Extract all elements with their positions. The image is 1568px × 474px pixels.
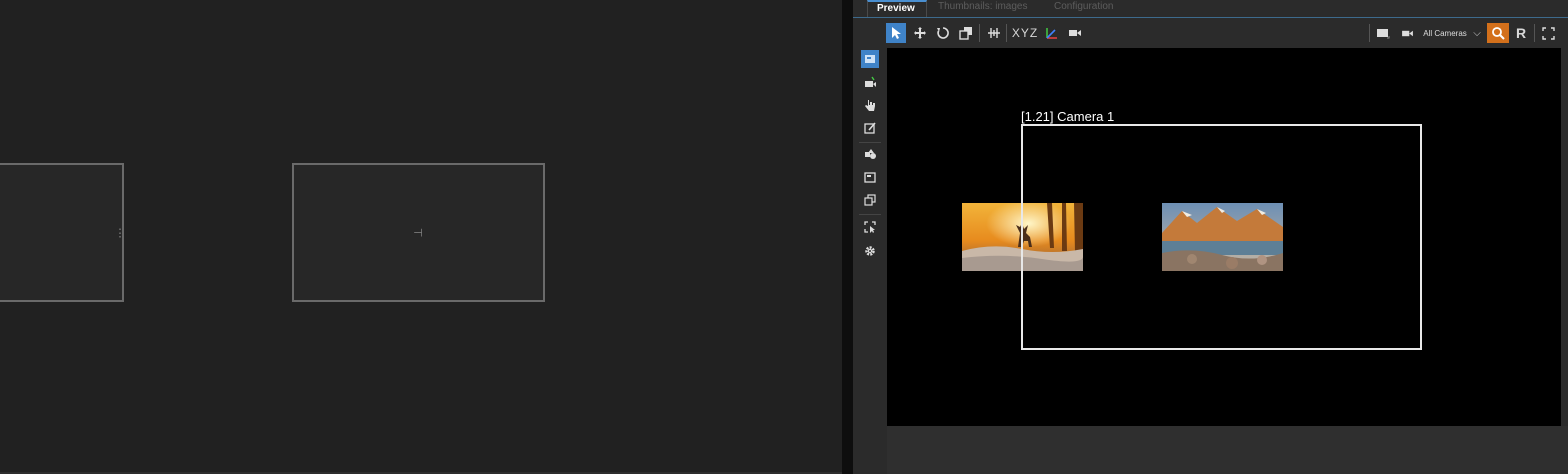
settings-button[interactable] (861, 242, 879, 260)
preview-mode-button[interactable] (861, 50, 879, 68)
r-button[interactable]: R (1513, 23, 1529, 43)
xyz-button[interactable]: XYZ (1009, 23, 1041, 43)
slots-pane: ⋮ ⊣ (0, 0, 842, 474)
video-camera-icon (1401, 30, 1413, 36)
search-icon (1492, 27, 1505, 40)
scale-tool-button[interactable] (956, 23, 976, 43)
sidebar-divider (859, 214, 881, 215)
axis-gizmo-button[interactable] (1043, 23, 1061, 43)
sidebar-divider (859, 142, 881, 143)
tab-configuration[interactable]: Configuration (1054, 0, 1134, 17)
search-toggle-button[interactable] (1487, 23, 1509, 43)
align-icon (988, 28, 1000, 38)
edit-icon (864, 122, 876, 134)
pane-splitter[interactable] (842, 0, 853, 474)
camera-settings-button[interactable] (861, 73, 879, 91)
preview-sidebar (853, 48, 887, 474)
move-icon (914, 27, 926, 39)
layers-stack-button[interactable] (861, 191, 879, 209)
preview-viewport[interactable]: [1.21] Camera 1 (887, 48, 1561, 426)
camera-view-button[interactable] (1065, 23, 1085, 43)
toolbar-divider (979, 24, 980, 42)
select-region-icon (864, 220, 876, 233)
toolbar-divider (1534, 24, 1535, 42)
monitor-icon (1377, 29, 1390, 39)
rotate-tool-button[interactable] (933, 23, 953, 43)
slot-icon: ⋮ (114, 227, 126, 239)
tab-thumbnails-images[interactable]: Thumbnails: images (938, 0, 1048, 17)
edit-tool-button[interactable] (861, 119, 879, 137)
fullscreen-button[interactable] (1539, 23, 1557, 43)
fullscreen-icon (1541, 26, 1555, 40)
viewport-bottom-area (887, 426, 1568, 474)
select-tool-button[interactable] (886, 23, 906, 43)
chevron-down-icon[interactable]: ⌵ (1471, 23, 1483, 43)
axis-icon (1046, 28, 1057, 39)
toolbar-divider (1369, 24, 1370, 42)
viewport-vertical-scrollbar[interactable] (1561, 48, 1568, 426)
screen-icon (865, 55, 875, 63)
gear-icon (865, 246, 875, 256)
video-camera-icon (1069, 30, 1081, 36)
camera-edit-icon (864, 76, 876, 87)
toolbar-divider (1006, 24, 1007, 42)
hand-tool-button[interactable] (861, 96, 879, 114)
rotate-icon (937, 27, 949, 39)
move-tool-button[interactable] (910, 23, 930, 43)
align-tool-button[interactable] (984, 23, 1004, 43)
layer-button[interactable] (861, 168, 879, 186)
hand-icon (865, 99, 875, 111)
camera-dropdown[interactable]: All Cameras (1419, 23, 1471, 43)
media-slot-1[interactable]: ⋮ (0, 163, 126, 302)
shapes-button[interactable] (861, 145, 879, 163)
tab-preview[interactable]: Preview (867, 0, 927, 17)
tab-bar: Preview Thumbnails: images Configuration (853, 0, 1568, 18)
preview-toolbar: XYZ All Cameras ⌵ R (853, 18, 1568, 48)
scale-icon (959, 27, 972, 40)
camera-select-icon-button[interactable] (1399, 23, 1415, 43)
preview-panel: Preview Thumbnails: images Configuration… (853, 0, 1568, 474)
media-slot-2[interactable]: ⊣ (292, 163, 545, 302)
cursor-icon (892, 27, 901, 39)
window-icon (864, 171, 876, 183)
stack-icon (864, 194, 876, 206)
display-mode-button[interactable] (1373, 23, 1393, 43)
shapes-icon (864, 149, 876, 159)
select-region-button[interactable] (861, 218, 879, 236)
camera-frame[interactable] (1021, 124, 1422, 350)
slot-icon: ⊣ (413, 227, 423, 239)
camera-label: [1.21] Camera 1 (1021, 109, 1115, 124)
